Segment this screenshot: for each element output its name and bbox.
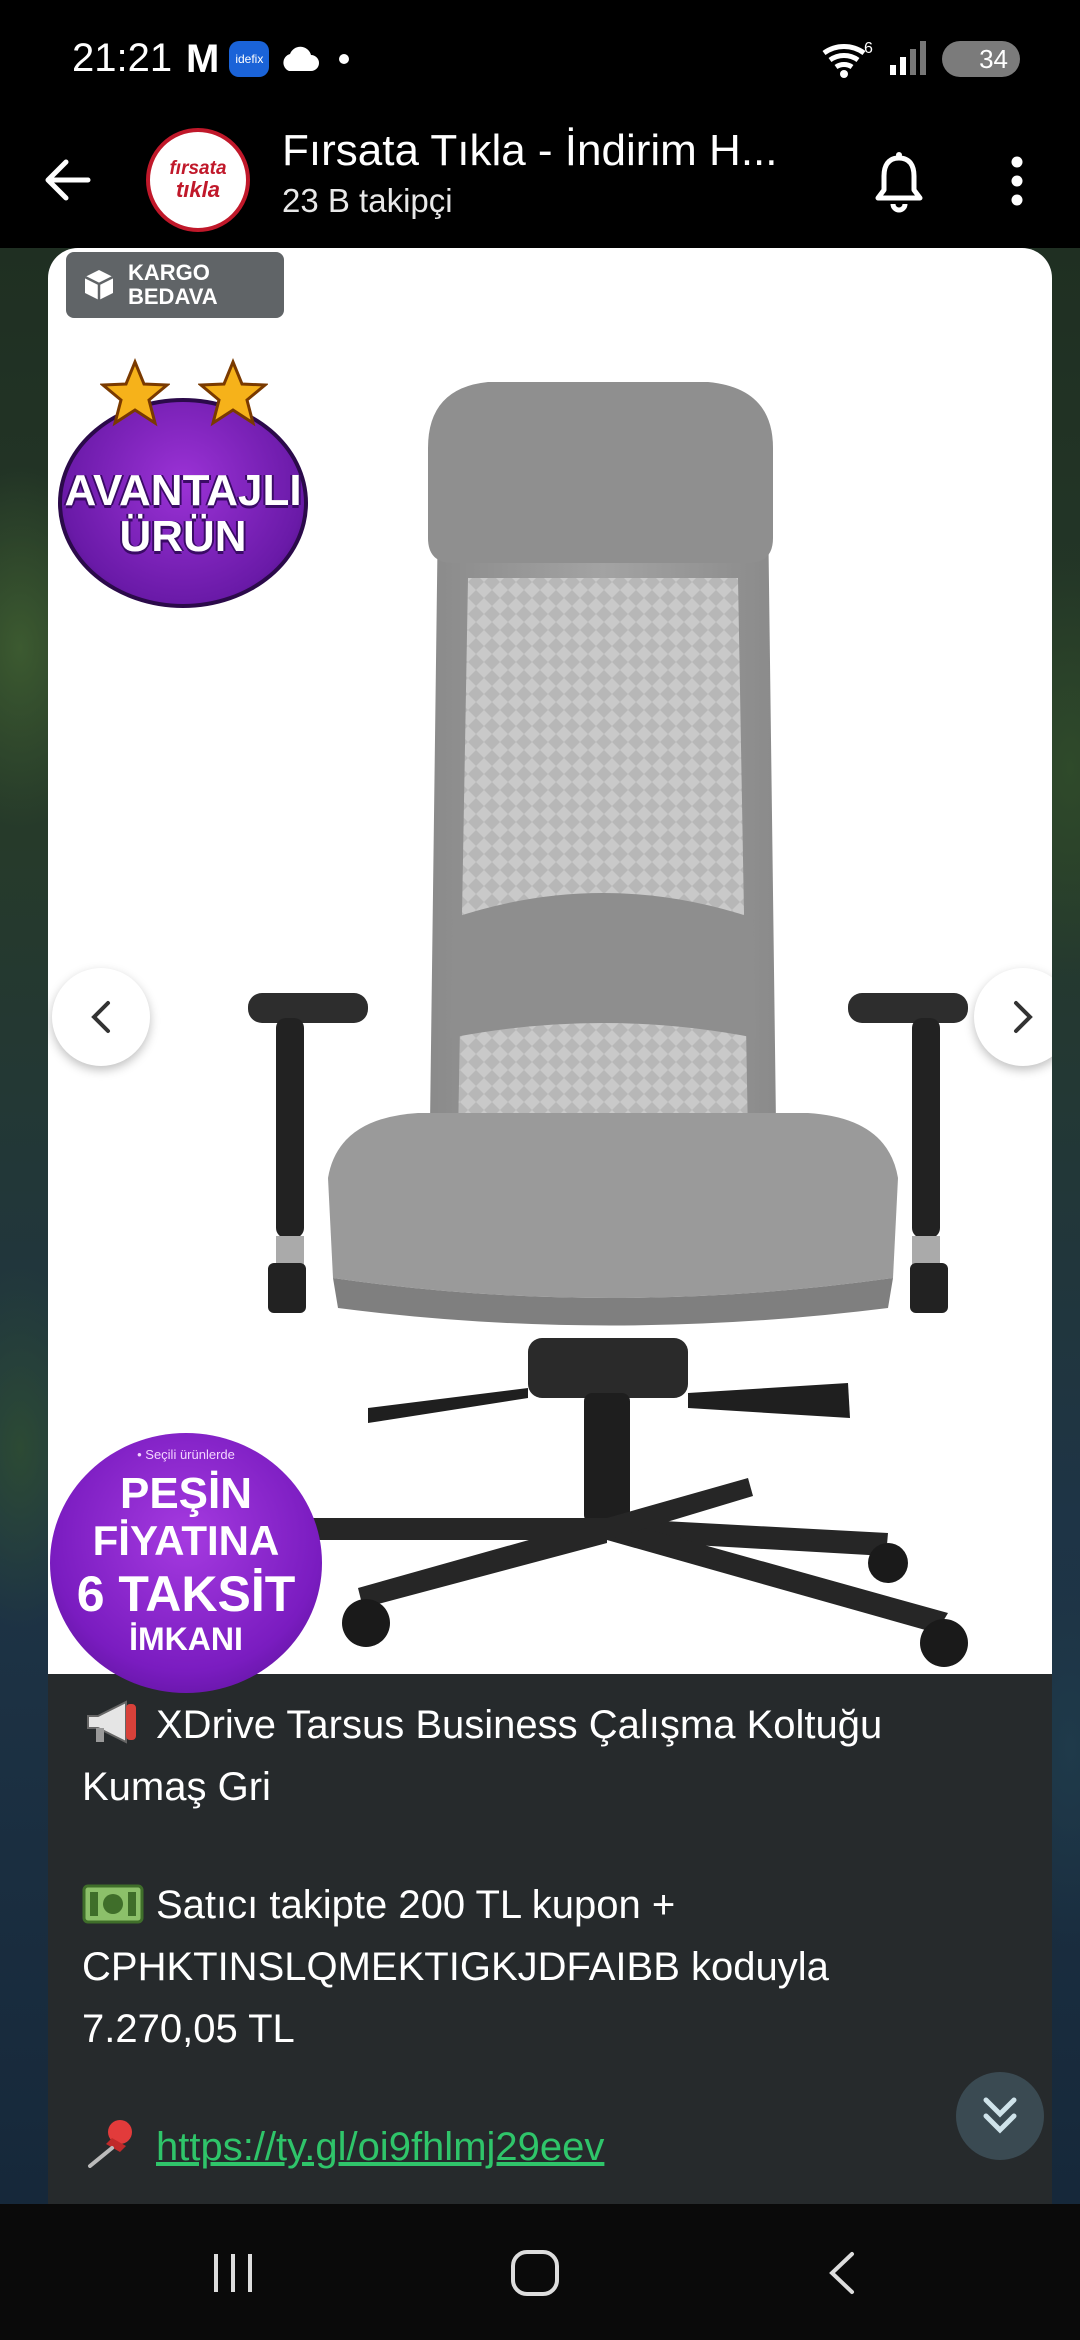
pushpin-icon: [88, 2120, 132, 2168]
battery-icon: 34: [942, 41, 1020, 77]
screen: 21:21 M idefix 6 34 fırsata tıkla Fırsat…: [0, 0, 1080, 2340]
cargo-line2: BEDAVA: [128, 284, 218, 309]
wifi-icon: 6: [822, 40, 873, 78]
installment-note: • Seçili ürünlerde: [137, 1447, 235, 1462]
channel-name[interactable]: Fırsata Tıkla - İndirim H...: [282, 126, 822, 176]
product-link[interactable]: https://ty.gl/oi9fhlmj29eev: [156, 2125, 604, 2169]
box-icon: [84, 270, 114, 300]
battery-level: 34: [979, 43, 1008, 74]
channel-message[interactable]: KARGO BEDAVA AVANTAJLI ÜRÜN • Seçili ürü…: [48, 248, 1052, 2204]
channel-header: fırsata tıkla Fırsata Tıkla - İndirim H.…: [0, 118, 1080, 248]
double-chevron-down-icon: [983, 2097, 1017, 2134]
previous-image-button[interactable]: [52, 968, 150, 1066]
coupon-text-line1: Satıcı takipte 200 TL kupon +: [156, 1883, 676, 1927]
advantage-line2: ÜRÜN: [119, 512, 247, 561]
back-arrow-icon[interactable]: [36, 148, 100, 212]
status-bar: 21:21 M idefix 6 34: [0, 0, 1080, 118]
scroll-to-bottom-button[interactable]: [956, 2072, 1044, 2160]
channel-followers: 23 B takipçi: [282, 182, 453, 219]
status-time: 21:21: [72, 36, 173, 80]
installment-line4: İMKANI: [129, 1621, 243, 1657]
installment-line1: PEŞİN: [119, 1469, 253, 1518]
chevron-left-icon: [91, 1001, 110, 1033]
coupon-line1-row: Satıcı takipte 200 TL kupon +: [82, 1874, 1022, 1936]
product-image[interactable]: KARGO BEDAVA AVANTAJLI ÜRÜN • Seçili ürü…: [48, 248, 1052, 1693]
link-row: https://ty.gl/oi9fhlmj29eev: [82, 2116, 1022, 2178]
home-icon[interactable]: [505, 2248, 565, 2298]
installment-badge: • Seçili ürünlerde PEŞİN FİYATINA 6 TAKS…: [48, 1433, 328, 1693]
advantage-badge: AVANTAJLI ÜRÜN: [48, 358, 318, 618]
avatar-logo-line2: tıkla: [175, 177, 221, 202]
message-text: XDrive Tarsus Business Çalışma Koltuğu K…: [82, 1694, 1022, 2178]
idefix-icon: idefix: [229, 41, 270, 77]
gmail-icon: M: [186, 36, 220, 81]
chevron-right-icon: [1014, 1001, 1033, 1033]
installment-line2: FİYATINA: [92, 1517, 280, 1564]
cloud-icon: [283, 46, 320, 71]
coupon-text-line2: CPHKTINSLQMEKTIGKJDFAIBB koduyla: [82, 1945, 829, 1989]
system-navigation-bar: [0, 2204, 1080, 2340]
system-icons: 6 34: [822, 38, 1020, 80]
signal-icon: [890, 41, 926, 75]
installment-line3: 6 TAKSİT: [76, 1566, 296, 1622]
cargo-line1: KARGO: [128, 260, 210, 285]
title-line1-row: XDrive Tarsus Business Çalışma Koltuğu: [82, 1694, 1022, 1756]
back-icon[interactable]: [822, 2248, 862, 2298]
megaphone-icon: [87, 1700, 136, 1744]
channel-avatar[interactable]: fırsata tıkla: [146, 128, 250, 232]
money-icon: [82, 1884, 144, 1924]
price-text: 7.270,05 TL: [82, 2007, 295, 2051]
notification-icons: M idefix: [186, 36, 350, 81]
product-title-line2: Kumaş Gri: [82, 1765, 271, 1809]
star-icon: [100, 358, 170, 427]
star-icon: [198, 358, 268, 427]
free-shipping-badge: KARGO BEDAVA: [66, 252, 284, 318]
advantage-line1: AVANTAJLI: [64, 466, 302, 515]
more-options-icon[interactable]: [990, 146, 1044, 216]
avatar-logo-line1: fırsata: [169, 158, 227, 179]
svg-text:6: 6: [864, 40, 873, 57]
product-title-line1: XDrive Tarsus Business Çalışma Koltuğu: [156, 1703, 883, 1747]
more-notifications-dot-icon: [339, 54, 350, 64]
bell-icon[interactable]: [864, 146, 934, 216]
recent-apps-icon[interactable]: [208, 2248, 258, 2298]
